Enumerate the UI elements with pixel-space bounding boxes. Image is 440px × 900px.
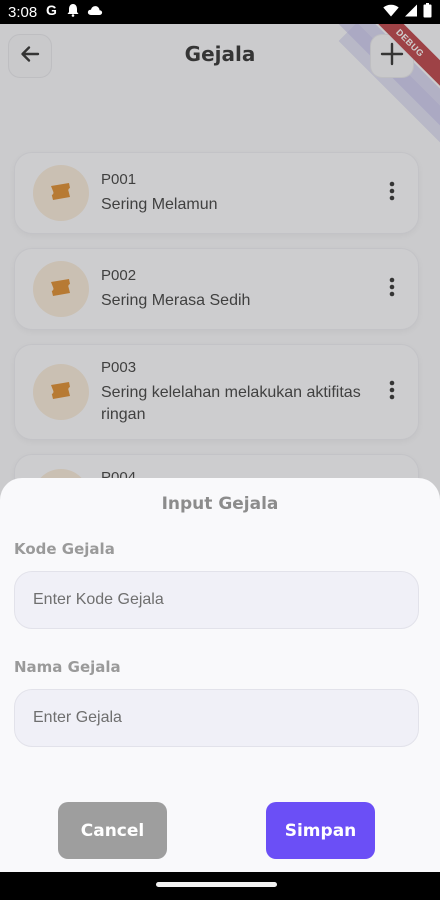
cancel-button[interactable]: Cancel (58, 802, 167, 859)
input-bottom-sheet: Input Gejala Kode Gejala Nama Gejala Can… (0, 478, 440, 872)
home-indicator[interactable] (156, 882, 277, 887)
status-right (383, 2, 432, 22)
code-input[interactable] (14, 571, 419, 629)
svg-text:G: G (46, 3, 57, 17)
wifi-icon (383, 4, 399, 21)
name-input[interactable] (14, 689, 419, 747)
status-left: 3:08 G (8, 2, 103, 21)
google-g-icon: G (45, 2, 59, 21)
code-label: Kode Gejala (14, 540, 115, 558)
save-button[interactable]: Simpan (266, 802, 375, 859)
screen: Gejala DEBUG P001 Sering Melamun P002 Se… (0, 24, 440, 872)
status-bar: 3:08 G (0, 0, 440, 24)
bell-icon (67, 3, 79, 21)
name-label: Nama Gejala (14, 658, 121, 676)
sheet-title: Input Gejala (161, 494, 279, 514)
cloud-icon (87, 4, 103, 20)
signal-icon (404, 4, 418, 21)
status-time: 3:08 (8, 3, 38, 21)
system-nav-bar (0, 872, 440, 900)
battery-icon (423, 2, 432, 22)
